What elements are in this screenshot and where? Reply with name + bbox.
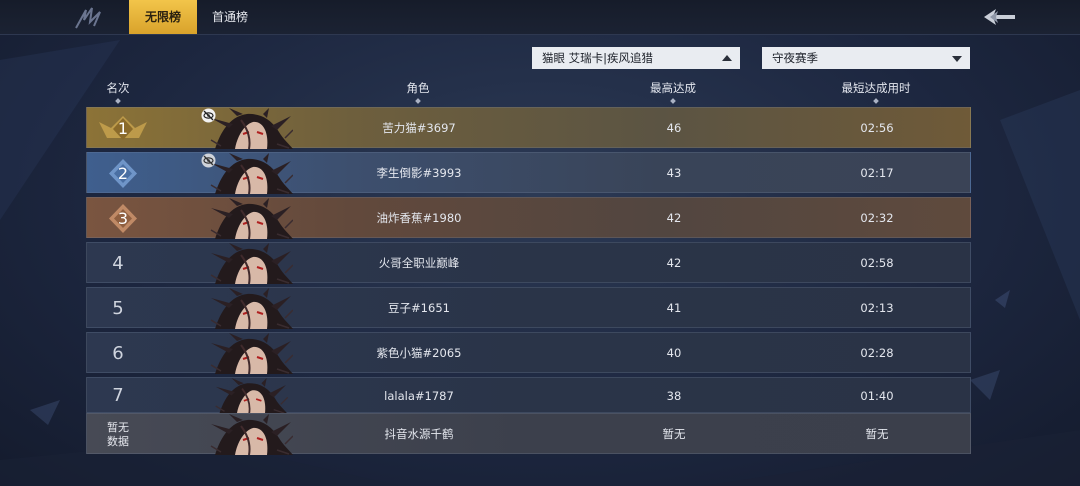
rank-number: 6 — [112, 343, 124, 364]
player-name: lalala#1787 — [384, 389, 454, 403]
chevron-down-icon — [952, 56, 962, 62]
rank-number: 3 — [117, 209, 129, 228]
character-avatar-icon — [210, 108, 293, 149]
fastest-time: 01:40 — [860, 389, 894, 403]
rank-number: 5 — [112, 298, 124, 319]
leaderboard-row-6[interactable]: 6 紫色小猫#2065 40 02:28 — [86, 332, 971, 374]
column-header-rank-label: 名次 — [106, 81, 130, 95]
leaderboard-row-2[interactable]: 2 李生倒影#3993 43 02:17 — [86, 152, 971, 194]
eye-hidden-icon — [201, 153, 216, 168]
chevron-up-icon — [722, 55, 732, 61]
header-marker-icon — [115, 98, 121, 104]
rank-number: 7 — [112, 385, 124, 406]
character-filter-value: 猫眼 艾瑞卡|疾风追猎 — [542, 51, 654, 65]
best-score: 42 — [666, 211, 682, 225]
leaderboard-row-5[interactable]: 5 豆子#1651 41 02:13 — [86, 287, 971, 329]
eye-hidden-icon — [201, 108, 216, 123]
tab-first-clear-leaderboard[interactable]: 首通榜 — [203, 0, 257, 34]
tab-infinite-leaderboard[interactable]: 无限榜 — [129, 0, 197, 34]
header-marker-icon — [670, 98, 676, 104]
top-bar: 无限榜 首通榜 — [0, 0, 1080, 35]
rank-number: 1 — [117, 119, 129, 138]
best-score: 42 — [666, 256, 682, 270]
character-avatar-icon — [210, 243, 293, 284]
player-name: 李生倒影#3993 — [376, 166, 462, 180]
column-header-best: 最高达成 — [628, 80, 718, 104]
character-avatar-icon — [210, 414, 293, 455]
fastest-time: 02:28 — [860, 346, 894, 360]
column-header-role: 角色 — [386, 80, 450, 104]
rank-number: 4 — [112, 253, 124, 274]
my-rank-status-line1: 暂无 — [107, 421, 129, 434]
best-score: 38 — [666, 389, 682, 403]
character-avatar-icon — [210, 198, 293, 239]
leaderboard-row-3[interactable]: 3 油炸香蕉#1980 42 02:32 — [86, 197, 971, 239]
fastest-time: 02:13 — [860, 301, 894, 315]
character-avatar-icon — [210, 333, 293, 374]
column-header-rank: 名次 — [94, 80, 142, 104]
fastest-time: 02:58 — [860, 256, 894, 270]
season-filter-value: 守夜赛季 — [772, 51, 818, 65]
back-arrow-icon[interactable] — [984, 8, 1016, 26]
my-best-score: 暂无 — [662, 427, 686, 441]
leaderboard-row-7[interactable]: 7 lalala#1787 38 01:40 — [86, 377, 971, 414]
game-logo-icon — [75, 7, 101, 29]
column-header-role-label: 角色 — [406, 81, 430, 95]
my-rank-status: 暂无 数据 — [87, 421, 149, 449]
column-header-best-label: 最高达成 — [650, 81, 696, 95]
header-marker-icon — [415, 98, 421, 104]
player-name: 苦力猫#3697 — [382, 121, 456, 135]
best-score: 43 — [666, 166, 682, 180]
my-fastest-time: 暂无 — [865, 427, 889, 441]
column-header-fastest: 最短达成用时 — [816, 80, 936, 104]
fastest-time: 02:32 — [860, 211, 894, 225]
character-filter-dropdown[interactable]: 猫眼 艾瑞卡|疾风追猎 — [532, 47, 740, 69]
character-avatar-icon — [214, 378, 289, 414]
best-score: 46 — [666, 121, 682, 135]
my-rank-status-line2: 数据 — [107, 435, 129, 448]
fastest-time: 02:56 — [860, 121, 894, 135]
my-rank-row[interactable]: 暂无 数据 抖音水源千鹤 暂无 暂无 — [86, 413, 971, 455]
best-score: 40 — [666, 346, 682, 360]
leaderboard-row-1[interactable]: 1 苦力猫#3697 46 02:56 — [86, 107, 971, 149]
best-score: 41 — [666, 301, 682, 315]
season-filter-dropdown[interactable]: 守夜赛季 — [762, 47, 970, 69]
header-marker-icon — [873, 98, 879, 104]
player-name: 紫色小猫#2065 — [376, 346, 462, 360]
fastest-time: 02:17 — [860, 166, 894, 180]
leaderboard-row-4[interactable]: 4 火哥全职业巅峰 42 02:58 — [86, 242, 971, 284]
rank-number: 2 — [117, 164, 129, 183]
character-avatar-icon — [210, 288, 293, 329]
column-header-fastest-label: 最短达成用时 — [841, 81, 911, 95]
character-avatar-icon — [210, 153, 293, 194]
player-name: 豆子#1651 — [388, 301, 450, 315]
my-player-name: 抖音水源千鹤 — [384, 427, 454, 441]
player-name: 油炸香蕉#1980 — [376, 211, 462, 225]
player-name: 火哥全职业巅峰 — [378, 256, 460, 270]
